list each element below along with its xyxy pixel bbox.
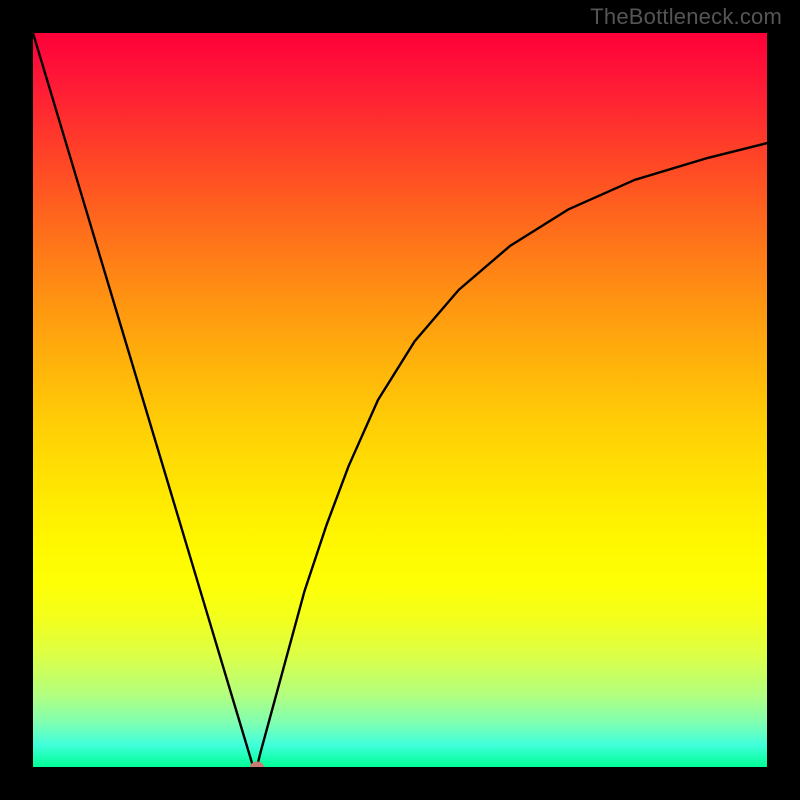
watermark-text: TheBottleneck.com (590, 4, 782, 30)
bottleneck-curve (33, 33, 767, 767)
chart-plot-area (33, 33, 767, 767)
optimal-point-marker (250, 762, 264, 768)
